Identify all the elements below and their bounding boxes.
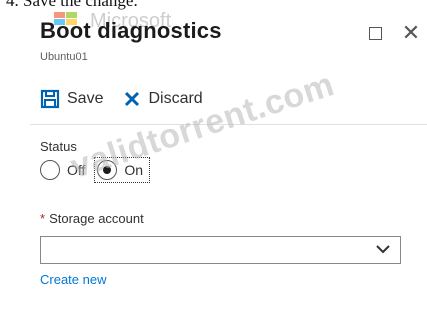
discard-button[interactable]: Discard xyxy=(123,90,203,108)
status-on-label: On xyxy=(124,162,144,178)
blade-header: Microsoft Boot diagnostics Ubuntu01 ✕ xyxy=(40,10,427,70)
status-label: Status xyxy=(40,139,77,154)
blade-subtitle: Ubuntu01 xyxy=(40,51,88,63)
status-on-radio[interactable]: On xyxy=(94,157,151,183)
discard-icon xyxy=(123,90,141,108)
blade-title: Boot diagnostics xyxy=(40,18,222,43)
maximize-icon xyxy=(368,26,382,40)
radio-checked-icon xyxy=(97,160,118,180)
discard-label: Discard xyxy=(148,90,203,107)
boot-diagnostics-blade: Microsoft Boot diagnostics Ubuntu01 ✕ Sa… xyxy=(0,0,427,318)
command-bar: Save Discard xyxy=(40,84,203,114)
storage-account-dropdown[interactable] xyxy=(40,236,401,264)
radio-unchecked-icon xyxy=(40,160,60,180)
status-off-label: Off xyxy=(67,162,86,178)
required-marker: * xyxy=(40,211,46,226)
toolbar-divider xyxy=(30,124,427,125)
status-off-radio[interactable]: Off xyxy=(40,160,85,180)
chevron-down-icon xyxy=(376,241,390,259)
create-new-link[interactable]: Create new xyxy=(40,272,106,287)
storage-account-label: * Storage account xyxy=(40,211,144,226)
maximize-button[interactable] xyxy=(364,22,386,44)
status-radio-group: Off On xyxy=(40,157,151,183)
save-label: Save xyxy=(67,90,104,107)
close-icon: ✕ xyxy=(401,20,421,45)
save-icon xyxy=(40,89,60,109)
close-button[interactable]: ✕ xyxy=(400,22,422,44)
storage-account-label-text: Storage account xyxy=(49,211,144,226)
save-button[interactable]: Save xyxy=(40,89,103,109)
